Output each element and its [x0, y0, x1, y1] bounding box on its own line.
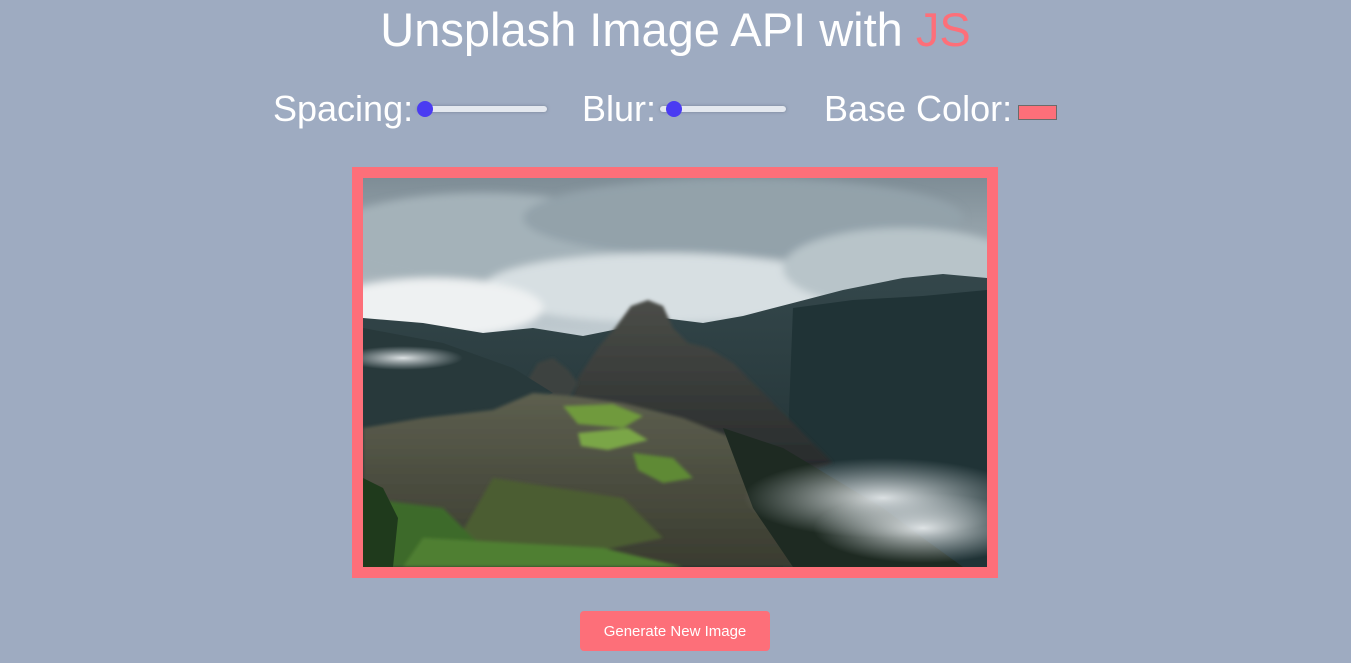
unsplash-image: [363, 178, 987, 567]
spacing-slider-track[interactable]: [417, 106, 548, 112]
page-title-main: Unsplash Image API with: [380, 3, 916, 56]
base-color-picker[interactable]: [1018, 104, 1058, 120]
spacing-label: Spacing:: [273, 88, 414, 129]
app-page: Unsplash Image API with JS Spacing: Blur…: [0, 0, 1351, 663]
blur-label: Blur:: [582, 88, 657, 129]
blur-control: Blur:: [582, 84, 787, 134]
base-color-control: Base Color:: [824, 84, 1058, 134]
blur-slider-thumb[interactable]: [665, 101, 682, 117]
spacing-control: Spacing:: [273, 84, 548, 134]
page-title-accent: JS: [915, 3, 971, 56]
base-color-label: Base Color:: [824, 88, 1013, 129]
spacing-slider-thumb[interactable]: [417, 101, 434, 117]
blur-slider[interactable]: [660, 100, 787, 118]
spacing-slider[interactable]: [417, 100, 548, 118]
controls-bar: Spacing: Blur: Base Color:: [0, 84, 1351, 134]
page-title: Unsplash Image API with JS: [0, 2, 1351, 58]
image-frame: [352, 167, 998, 578]
generate-new-image-button[interactable]: Generate New Image: [580, 611, 770, 651]
